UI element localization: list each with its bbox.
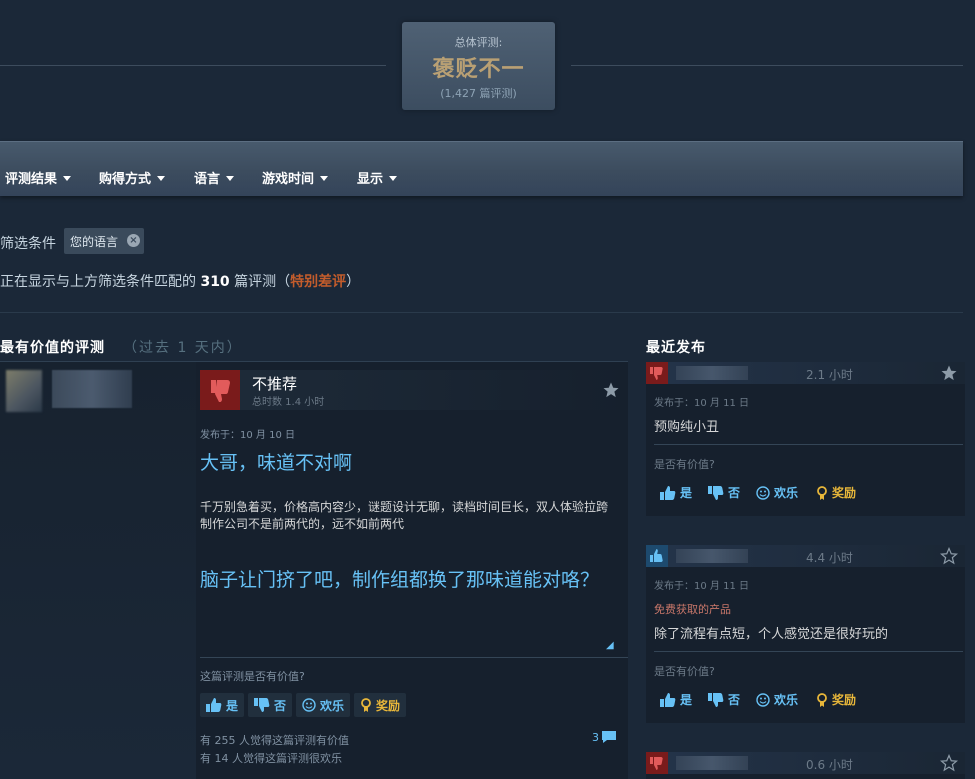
review-author-pane[interactable] <box>0 362 196 779</box>
active-filters-label: 筛选条件 <box>0 236 56 252</box>
rating-link[interactable]: 特别差评 <box>290 274 346 290</box>
helpful-question: 是否有价值? <box>654 665 715 678</box>
vote-funny-button[interactable]: 欢乐 <box>756 484 798 501</box>
showing-count-text: 正在显示与上方筛选条件匹配的 310 篇评测（特别差评） <box>0 274 361 290</box>
thumbs-up-icon <box>660 692 676 707</box>
summary-line-right <box>571 65 963 66</box>
helpful-divider <box>200 657 628 658</box>
comment-icon <box>602 731 616 743</box>
recent-hours: 4.4 小时 <box>806 551 853 565</box>
review-headline: 大哥，味道不对啊 <box>200 452 353 474</box>
author-name-blurred[interactable] <box>676 549 748 563</box>
thumbs-up-icon <box>660 485 676 500</box>
caret-down-icon <box>63 175 72 181</box>
vote-no-button[interactable]: 否 <box>708 691 740 708</box>
caret-down-icon <box>389 175 398 181</box>
helpful-stat: 有 255 人觉得这篇评测有价值 <box>200 734 349 747</box>
vote-yes-button[interactable]: 是 <box>200 693 245 717</box>
review-body: 千万别急着买，价格高内容少，谜题设计无聊，读档时间巨长，双人体验拉跨 制作公司不… <box>200 500 609 531</box>
award-button[interactable]: 奖励 <box>816 691 856 708</box>
vote-yes-button[interactable]: 是 <box>660 691 692 708</box>
star-icon[interactable] <box>940 364 958 386</box>
free-product-label: 免费获取的产品 <box>654 603 731 616</box>
award-icon <box>361 698 371 712</box>
filter-review-type[interactable]: 评测结果 <box>5 168 72 187</box>
total-hours: 总时数 1.4 小时 <box>252 397 325 408</box>
filter-language[interactable]: 语言 <box>194 168 235 187</box>
thumbs-up-icon <box>646 545 668 567</box>
avatar[interactable] <box>6 370 42 412</box>
posted-date: 发布于：10 月 10 日 <box>200 430 295 441</box>
vote-yes-button[interactable]: 是 <box>660 484 692 501</box>
star-icon[interactable] <box>602 381 620 403</box>
close-icon[interactable]: × <box>127 234 140 247</box>
thumbs-down-icon <box>708 692 724 707</box>
vote-funny-button[interactable]: 欢乐 <box>756 691 798 708</box>
filter-playtime[interactable]: 游戏时间 <box>262 168 329 187</box>
helpful-question: 是否有价值? <box>654 458 715 471</box>
smiley-icon <box>302 698 316 712</box>
author-name-blurred[interactable] <box>676 756 748 770</box>
caret-down-icon <box>157 175 166 181</box>
expand-icon[interactable]: ◢ <box>606 640 614 651</box>
overall-review-summary: 总体评测: 褒贬不一 (1,427 篇评测) <box>402 22 555 110</box>
recent-review-text: 预购纯小丑 <box>654 420 720 435</box>
section-divider <box>0 312 963 313</box>
smiley-icon <box>756 485 770 500</box>
recent-divider <box>654 444 963 445</box>
recent-review-header[interactable]: 0.6 小时 <box>646 752 965 774</box>
author-name-blurred[interactable] <box>52 370 132 408</box>
thumbs-up-icon <box>206 698 222 712</box>
caret-down-icon <box>320 175 329 181</box>
review-card: 不推荐 总时数 1.4 小时 发布于：10 月 10 日 大哥，味道不对啊 千万… <box>196 362 628 779</box>
recent-review-card: 2.1 小时 发布于：10 月 11 日 预购纯小丑 是否有价值? 是 否 欢乐… <box>646 362 965 516</box>
thumbs-down-icon <box>646 362 668 384</box>
vote-header[interactable]: 不推荐 总时数 1.4 小时 <box>200 370 628 410</box>
thumbs-down-icon <box>646 752 668 774</box>
thumbs-down-icon <box>254 698 270 712</box>
funny-stat: 有 14 人觉得这篇评测很欢乐 <box>200 752 342 765</box>
review-headline-2: 脑子让门挤了吧，制作组都换了那味道能对咯？ <box>200 569 600 591</box>
posted-date: 发布于：10 月 11 日 <box>654 398 749 409</box>
filter-chip-your-language[interactable]: 您的语言 × <box>64 228 144 254</box>
award-icon <box>817 485 827 500</box>
most-helpful-title: 最有价值的评测 （过去 1 天内） <box>0 340 243 356</box>
vote-no-button[interactable]: 否 <box>708 484 740 501</box>
recent-reviews-title: 最近发布 <box>646 340 706 356</box>
star-icon[interactable] <box>939 546 959 569</box>
recent-hours: 0.6 小时 <box>806 758 853 772</box>
comment-count[interactable]: 3 <box>592 730 617 744</box>
recent-review-card: 0.6 小时 <box>646 752 965 779</box>
vote-no-button[interactable]: 否 <box>248 693 293 717</box>
summary-line-left <box>0 65 386 66</box>
recent-review-text: 除了流程有点短，个人感觉还是很好玩的 <box>654 627 889 642</box>
summary-label: 总体评测: <box>454 36 503 49</box>
smiley-icon <box>756 692 770 707</box>
recent-review-header[interactable]: 2.1 小时 <box>646 362 965 384</box>
recent-hours: 2.1 小时 <box>806 368 853 382</box>
recent-divider <box>654 651 963 652</box>
recent-review-card: 4.4 小时 发布于：10 月 11 日 免费获取的产品 除了流程有点短，个人感… <box>646 545 965 723</box>
filter-display[interactable]: 显示 <box>357 168 398 187</box>
recommendation-verdict: 不推荐 <box>252 375 298 393</box>
summary-score[interactable]: 褒贬不一 <box>402 51 555 83</box>
vote-funny-button[interactable]: 欢乐 <box>296 693 351 717</box>
caret-down-icon <box>226 175 235 181</box>
thumbs-down-icon <box>708 485 724 500</box>
posted-date: 发布于：10 月 11 日 <box>654 581 749 592</box>
star-icon[interactable] <box>939 753 959 776</box>
thumbs-down-icon <box>200 370 240 410</box>
author-name-blurred[interactable] <box>676 366 748 380</box>
award-icon <box>817 692 827 707</box>
award-button[interactable]: 奖励 <box>816 484 856 501</box>
filter-purchase-type[interactable]: 购得方式 <box>99 168 166 187</box>
filter-bar: 评测结果 购得方式 语言 游戏时间 显示 <box>0 141 963 196</box>
award-button[interactable]: 奖励 <box>354 693 407 717</box>
recent-review-header[interactable]: 4.4 小时 <box>646 545 965 567</box>
helpful-question: 这篇评测是否有价值? <box>200 670 305 683</box>
summary-count: (1,427 篇评测) <box>440 87 517 100</box>
